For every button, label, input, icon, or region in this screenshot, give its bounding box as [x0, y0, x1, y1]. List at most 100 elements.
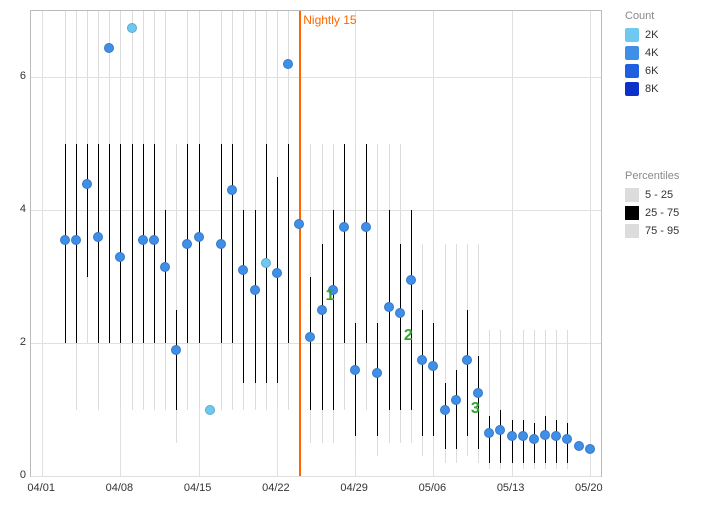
- data-point: [115, 252, 125, 262]
- data-point: [484, 428, 494, 438]
- data-point: [261, 258, 271, 268]
- x-tick-label: 04/01: [27, 482, 55, 494]
- x-tick-label: 04/08: [106, 482, 134, 494]
- data-point: [238, 265, 248, 275]
- x-tick-label: 05/20: [575, 482, 603, 494]
- data-point: [350, 365, 360, 375]
- x-tick-label: 04/22: [262, 482, 290, 494]
- percentile-inner: [288, 144, 289, 343]
- data-point: [138, 235, 148, 245]
- percentile-inner: [377, 323, 378, 436]
- legend-pct-title: Percentiles: [625, 170, 715, 182]
- data-point: [562, 434, 572, 444]
- legend-item: 75 - 95: [625, 224, 715, 238]
- percentile-inner: [433, 323, 434, 436]
- data-point: [127, 23, 137, 33]
- y-tick-label: 2: [12, 336, 26, 348]
- data-point: [93, 232, 103, 242]
- data-point: [507, 431, 517, 441]
- percentile-inner: [165, 210, 166, 343]
- legend-item: 8K: [625, 82, 715, 96]
- x-tick-label: 04/29: [340, 482, 368, 494]
- percentile-inner: [87, 144, 88, 277]
- data-point: [160, 262, 170, 272]
- x-tick-label: 05/06: [419, 482, 447, 494]
- data-point: [82, 179, 92, 189]
- plot-area: Nightly 15 1 2 3: [30, 10, 602, 477]
- percentile-inner: [400, 244, 401, 410]
- data-point: [473, 388, 483, 398]
- data-point: [451, 395, 461, 405]
- percentile-inner: [132, 144, 133, 343]
- percentile-inner: [333, 210, 334, 409]
- data-point: [339, 222, 349, 232]
- legend-item: 6K: [625, 64, 715, 78]
- legend-label: 25 - 75: [645, 207, 679, 219]
- percentile-inner: [500, 410, 501, 463]
- percentile-inner: [489, 416, 490, 463]
- percentile-inner: [277, 177, 278, 383]
- data-point: [395, 308, 405, 318]
- percentile-inner: [232, 144, 233, 343]
- nightly-marker-line: [299, 11, 301, 476]
- data-point: [495, 425, 505, 435]
- annotation: 1: [326, 287, 335, 305]
- y-tick-label: 4: [12, 203, 26, 215]
- chart-container: Nightly 15123 Count 2K4K6K8K Percentiles…: [0, 0, 719, 517]
- percentile-inner: [422, 310, 423, 436]
- data-point: [149, 235, 159, 245]
- data-point: [305, 332, 315, 342]
- percentile-inner: [176, 310, 177, 410]
- percentile-inner: [355, 323, 356, 436]
- percentile-inner: [243, 210, 244, 383]
- percentile-inner: [322, 244, 323, 410]
- data-point: [283, 59, 293, 69]
- y-tick-label: 6: [12, 70, 26, 82]
- legend-label: 8K: [645, 83, 658, 95]
- legend-label: 2K: [645, 29, 658, 41]
- percentile-inner: [310, 277, 311, 410]
- data-point: [417, 355, 427, 365]
- legend-label: 6K: [645, 65, 658, 77]
- legend-label: 4K: [645, 47, 658, 59]
- data-point: [272, 268, 282, 278]
- data-point: [462, 355, 472, 365]
- annotation: 2: [404, 327, 413, 345]
- x-tick-label: 04/15: [184, 482, 212, 494]
- data-point: [194, 232, 204, 242]
- data-point: [585, 444, 595, 454]
- legend-item: 25 - 75: [625, 206, 715, 220]
- data-point: [227, 185, 237, 195]
- legend-count: Count 2K4K6K8K: [625, 10, 715, 100]
- data-point: [551, 431, 561, 441]
- data-point: [317, 305, 327, 315]
- data-point: [372, 368, 382, 378]
- percentile-inner: [456, 370, 457, 450]
- nightly-marker-label: Nightly 15: [303, 13, 356, 27]
- legend-item: 4K: [625, 46, 715, 60]
- data-point: [294, 219, 304, 229]
- y-tick-label: 0: [12, 469, 26, 481]
- data-point: [60, 235, 70, 245]
- data-point: [182, 239, 192, 249]
- data-point: [250, 285, 260, 295]
- data-point: [361, 222, 371, 232]
- data-point: [384, 302, 394, 312]
- data-point: [540, 430, 550, 440]
- percentile-inner: [411, 210, 412, 409]
- percentile-inner: [467, 310, 468, 436]
- data-point: [104, 43, 114, 53]
- data-point: [406, 275, 416, 285]
- data-point: [518, 431, 528, 441]
- legend-label: 5 - 25: [645, 189, 673, 201]
- percentile-inner: [366, 144, 367, 343]
- legend-percentiles: Percentiles 5 - 25 25 - 75 75 - 95: [625, 170, 715, 242]
- percentile-inner: [98, 144, 99, 343]
- annotation: 3: [471, 400, 480, 418]
- percentile-inner: [109, 144, 110, 343]
- data-point: [440, 405, 450, 415]
- legend-item: 2K: [625, 28, 715, 42]
- data-point: [205, 405, 215, 415]
- x-tick-label: 05/13: [497, 482, 525, 494]
- percentile-inner: [445, 383, 446, 449]
